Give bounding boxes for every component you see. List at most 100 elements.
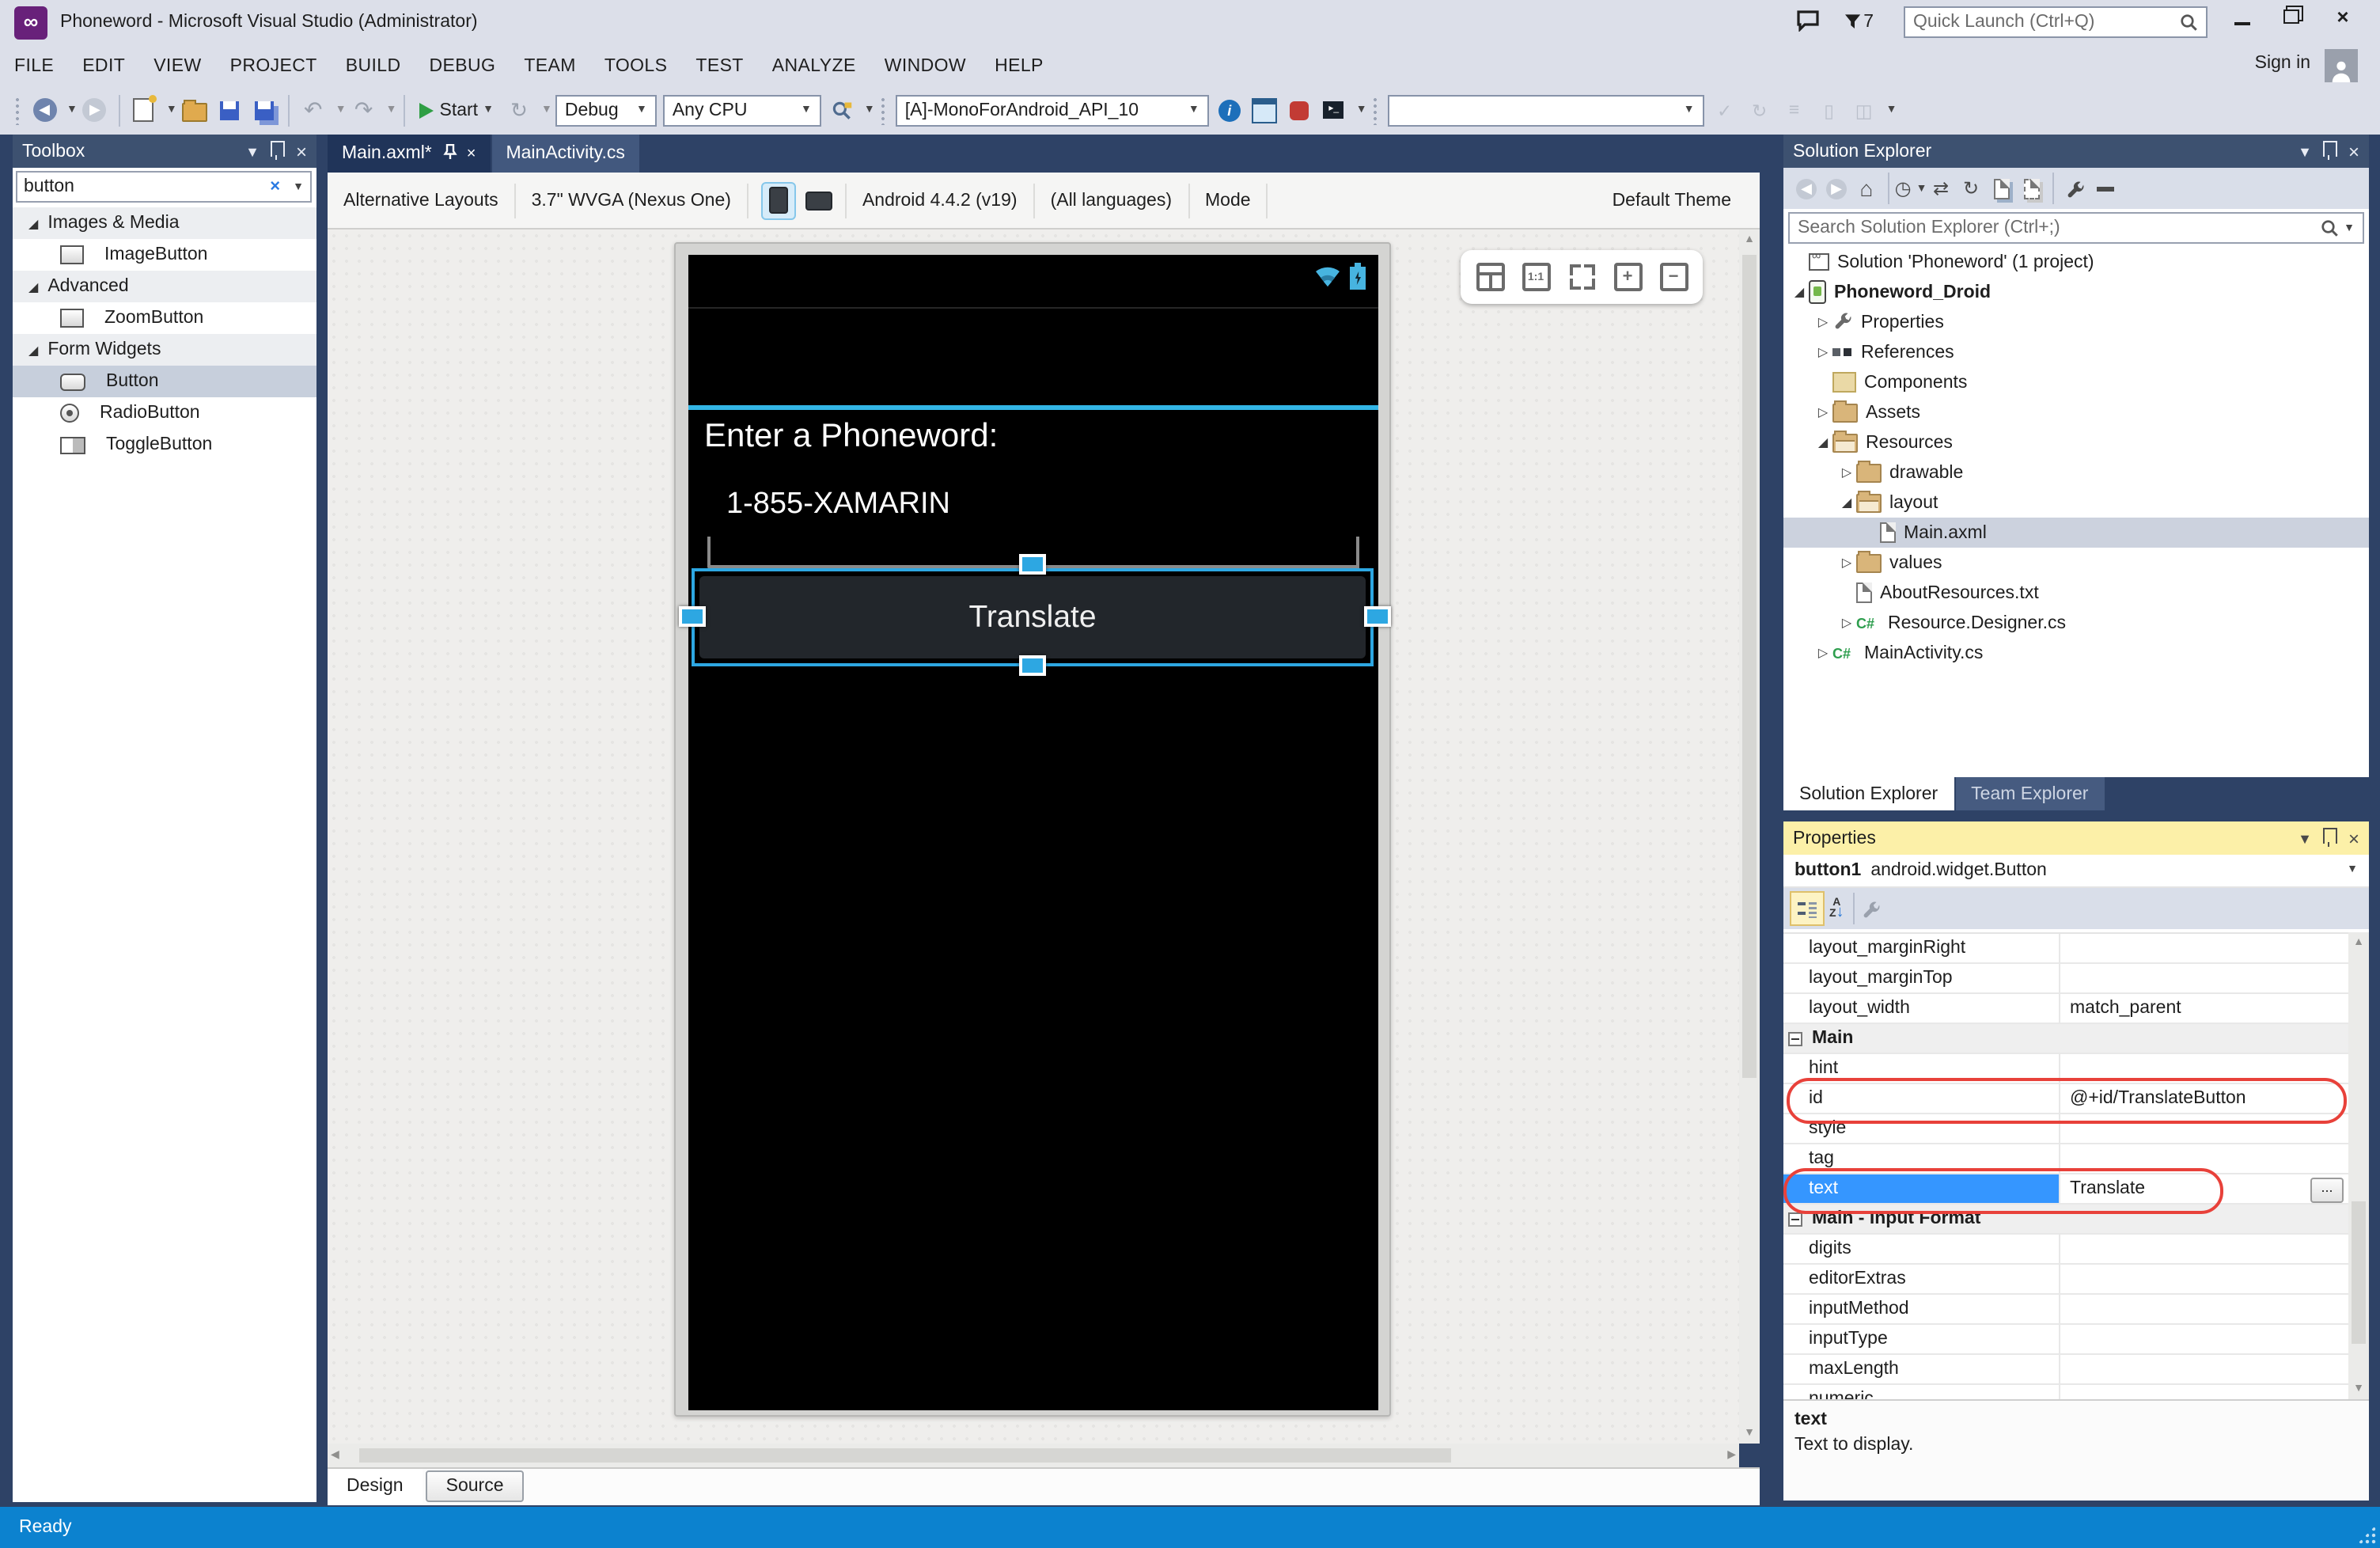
restore-button[interactable]: [2268, 0, 2314, 33]
menu-item-tools[interactable]: TOOLS: [590, 51, 682, 82]
close-button[interactable]: ×: [2320, 0, 2366, 33]
property-row-maxlength[interactable]: maxLength: [1783, 1355, 2348, 1385]
tab-team-explorer[interactable]: Team Explorer: [1955, 777, 2104, 810]
toolbar-overflow-icon[interactable]: ▼: [1886, 104, 1897, 116]
tree-item-layout[interactable]: ◢layout: [1783, 488, 2369, 518]
sign-in-link[interactable]: Sign in: [2255, 54, 2310, 73]
collapse-all-icon[interactable]: [2090, 173, 2120, 203]
tab-main-axml-[interactable]: Main.axml*×: [328, 135, 490, 173]
device-info-icon[interactable]: i: [1214, 94, 1245, 126]
android-sdk-icon[interactable]: [1283, 94, 1315, 126]
collapsed-icon[interactable]: ▷: [1813, 405, 1832, 419]
expanded-icon[interactable]: ◢: [1837, 495, 1856, 510]
actual-size-icon[interactable]: 1:1: [1522, 263, 1550, 291]
back-dropdown-icon[interactable]: ▼: [66, 104, 78, 116]
collapsed-icon[interactable]: ▷: [1813, 345, 1832, 359]
toolbox-item-imagebutton[interactable]: ImageButton: [13, 239, 316, 271]
collapsed-icon[interactable]: ▷: [1837, 556, 1856, 570]
zoom-in-icon[interactable]: +: [1613, 263, 1642, 291]
solution-configurations-combo[interactable]: Debug▼: [555, 94, 657, 126]
property-grid[interactable]: layout_marginRightlayout_marginToplayout…: [1783, 932, 2348, 1401]
property-value[interactable]: [2060, 1144, 2348, 1173]
property-row-numeric[interactable]: numeric: [1783, 1385, 2348, 1401]
solution-explorer-header[interactable]: Solution Explorer ▼ ×: [1783, 135, 2369, 168]
tab-source[interactable]: Source: [426, 1470, 525, 1502]
phoneword-label[interactable]: Enter a Phoneword:: [704, 418, 998, 456]
device-selector[interactable]: 3.7" WVGA (Nexus One): [516, 183, 748, 218]
properties-pages-icon[interactable]: [1986, 173, 2016, 203]
close-icon[interactable]: ×: [467, 145, 476, 162]
collapsed-icon[interactable]: ▷: [1813, 315, 1832, 329]
property-category-main[interactable]: Main: [1783, 1024, 2348, 1054]
property-row-style[interactable]: style: [1783, 1114, 2348, 1144]
property-row-digits[interactable]: digits: [1783, 1235, 2348, 1265]
property-category-main-input-format[interactable]: Main - Input Format: [1783, 1205, 2348, 1235]
property-value[interactable]: [2060, 964, 2348, 992]
forward-icon[interactable]: ▶: [1821, 173, 1851, 203]
toolbox-search-input[interactable]: button × ▼: [16, 171, 312, 203]
fit-to-screen-icon[interactable]: [1567, 263, 1596, 291]
menu-item-team[interactable]: TEAM: [510, 51, 590, 82]
scroll-right-icon[interactable]: ▶: [1727, 1444, 1736, 1467]
resize-handle-bottom[interactable]: [1019, 655, 1046, 676]
tree-item-values[interactable]: ▷values: [1783, 548, 2369, 578]
property-grid-scrollbar[interactable]: ▲ ▼: [2348, 932, 2369, 1399]
feedback-icon[interactable]: [1796, 9, 1825, 35]
alphabetical-sort-icon[interactable]: AZ↓: [1829, 898, 1844, 919]
collapsed-icon[interactable]: ▷: [1813, 646, 1832, 660]
undo-dropdown-icon[interactable]: ▼: [335, 104, 347, 116]
home-icon[interactable]: ⌂: [1851, 173, 1882, 203]
properties-header[interactable]: Properties ▼ ×: [1783, 821, 2369, 855]
notifications-flag-icon[interactable]: 7: [1845, 9, 1874, 35]
quick-launch-input[interactable]: Quick Launch (Ctrl+Q): [1904, 6, 2208, 38]
android-screen[interactable]: Enter a Phoneword: 1-855-XAMARIN Transla…: [688, 255, 1378, 1410]
property-value[interactable]: [2060, 1355, 2348, 1383]
zoom-out-icon[interactable]: −: [1659, 263, 1688, 291]
property-value[interactable]: match_parent: [2060, 994, 2348, 1023]
tree-item-references[interactable]: ▷References: [1783, 337, 2369, 367]
navigate-forward-button[interactable]: ▶: [79, 94, 111, 126]
scroll-up-icon[interactable]: ▲: [1739, 230, 1760, 250]
tree-item-resources[interactable]: ◢Resources: [1783, 427, 2369, 457]
expanded-icon[interactable]: ◢: [1813, 435, 1832, 450]
toolbox-item-zoombutton[interactable]: ZoomButton: [13, 302, 316, 334]
theme-selector[interactable]: Default Theme: [1613, 191, 1731, 210]
toolbar-grip[interactable]: [14, 96, 22, 124]
minimize-button[interactable]: [2219, 0, 2264, 33]
property-row-text[interactable]: textTranslate...: [1783, 1174, 2348, 1205]
resize-handle-right[interactable]: [1364, 606, 1391, 627]
property-value[interactable]: [2060, 1325, 2348, 1353]
property-value[interactable]: [2060, 1265, 2348, 1293]
ellipsis-editor-button[interactable]: ...: [2310, 1178, 2344, 1203]
property-value[interactable]: [2060, 1295, 2348, 1323]
toolbox-section-form-widgets[interactable]: ◢Form Widgets: [13, 334, 316, 366]
expanded-icon[interactable]: ◢: [1790, 285, 1809, 299]
property-row-layout_width[interactable]: layout_widthmatch_parent: [1783, 994, 2348, 1024]
pin-icon[interactable]: [2323, 829, 2337, 848]
refresh-icon[interactable]: ↻: [1956, 173, 1986, 203]
tree-item-resource.designer.cs[interactable]: ▷C#Resource.Designer.cs: [1783, 608, 2369, 638]
menu-item-window[interactable]: WINDOW: [870, 51, 980, 82]
tree-item-assets[interactable]: ▷Assets: [1783, 397, 2369, 427]
tree-item-components[interactable]: Components: [1783, 367, 2369, 397]
property-value[interactable]: [2060, 1385, 2348, 1401]
property-row-editorextras[interactable]: editorExtras: [1783, 1265, 2348, 1295]
adb-console-icon[interactable]: ▸_: [1318, 94, 1350, 126]
mode-selector[interactable]: Mode: [1189, 183, 1268, 218]
tree-item-phoneword-droid[interactable]: ◢Phoneword_Droid: [1783, 277, 2369, 307]
collapsed-icon[interactable]: ▷: [1837, 616, 1856, 630]
button-selection-box[interactable]: Translate: [692, 568, 1374, 666]
navigate-back-button[interactable]: ◀: [28, 94, 60, 126]
categorized-view-icon[interactable]: [1790, 891, 1825, 926]
open-file-button[interactable]: [179, 94, 210, 126]
tree-item-properties[interactable]: ▷Properties: [1783, 307, 2369, 337]
property-row-layout_margintop[interactable]: layout_marginTop: [1783, 964, 2348, 994]
property-value[interactable]: @+id/TranslateButton: [2060, 1084, 2348, 1113]
switch-views-icon[interactable]: ⇄: [1926, 173, 1956, 203]
attach-refresh-icon[interactable]: ↻: [503, 94, 535, 126]
toolbox-item-radiobutton[interactable]: RadioButton: [13, 397, 316, 429]
find-in-files-icon[interactable]: [826, 94, 858, 126]
start-debug-button[interactable]: Start ▼: [413, 94, 500, 126]
translate-button[interactable]: Translate: [699, 576, 1366, 658]
toolbox-item-togglebutton[interactable]: ToggleButton: [13, 429, 316, 461]
